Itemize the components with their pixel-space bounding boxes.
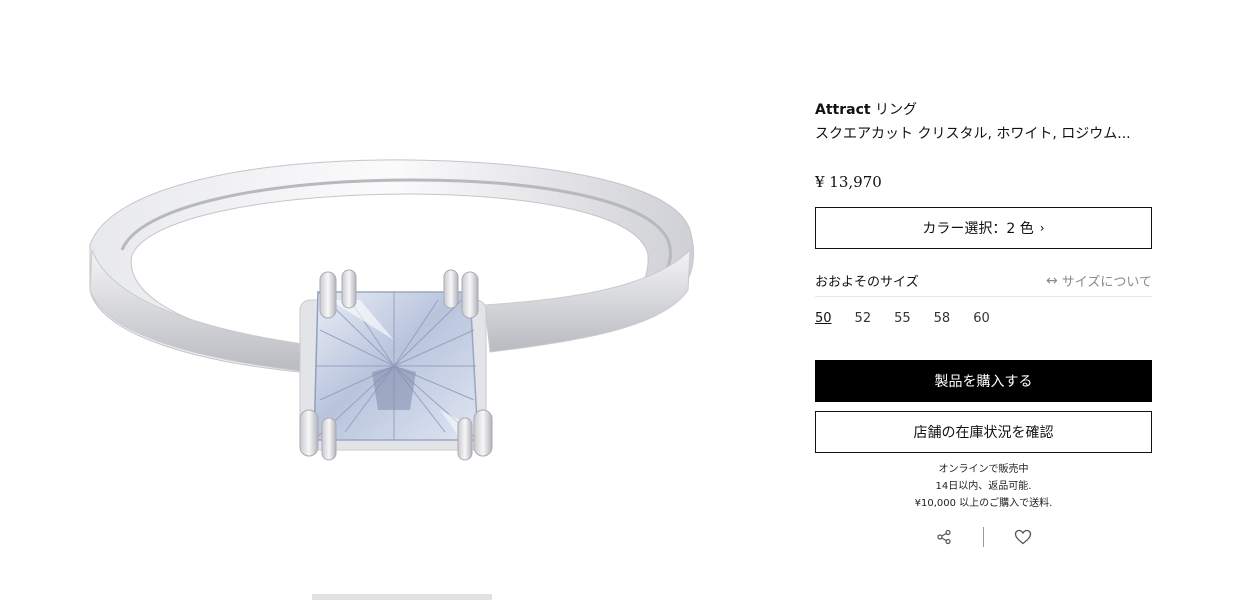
shipping-info: オンラインで販売中 14日以内、返品可能. ¥10,000 以上のご購入で送料.	[815, 461, 1152, 512]
product-brand: Attract	[815, 102, 871, 118]
size-option-60[interactable]: 60	[973, 311, 990, 326]
size-guide-label: サイズについて	[1061, 275, 1152, 290]
product-info-panel: Attract リング スクエアカット クリスタル, ホワイト, ロジウム...…	[815, 100, 1152, 548]
product-page: Attract リング スクエアカット クリスタル, ホワイト, ロジウム...…	[0, 0, 1250, 602]
check-stock-button[interactable]: 店舗の在庫状況を確認	[815, 411, 1152, 453]
size-label: おおよそのサイズ	[815, 275, 919, 290]
size-option-52[interactable]: 52	[855, 311, 872, 326]
size-options: 50 52 55 58 60	[815, 311, 1152, 326]
product-image	[0, 0, 760, 602]
size-option-50[interactable]: 50	[815, 311, 832, 326]
product-actions	[815, 526, 1152, 548]
product-price: ¥ 13,970	[815, 173, 882, 191]
info-shipping: ¥10,000 以上のご購入で送料.	[914, 498, 1053, 509]
size-option-58[interactable]: 58	[934, 311, 951, 326]
product-subtitle: スクエアカット クリスタル, ホワイト, ロジウム...	[815, 126, 1131, 142]
product-name: リング	[870, 102, 918, 118]
ring-illustration	[89, 159, 694, 600]
info-online: オンラインで販売中	[938, 464, 1029, 475]
info-returns: 14日以内、返品可能.	[935, 481, 1032, 492]
size-header: おおよそのサイズ ↔ サイズについて	[815, 271, 1152, 297]
product-title: Attract リング	[815, 100, 1152, 120]
color-select-button[interactable]: カラー選択：2 色 ›	[815, 207, 1152, 249]
size-guide-link[interactable]: ↔ サイズについて	[1046, 271, 1152, 291]
resize-arrows-icon: ↔	[1046, 272, 1058, 289]
size-option-55[interactable]: 55	[894, 311, 911, 326]
actions-divider	[983, 527, 984, 547]
heart-icon[interactable]	[1012, 526, 1034, 548]
share-icon[interactable]	[933, 526, 955, 548]
buy-button[interactable]: 製品を購入する	[815, 360, 1152, 402]
color-select-label: カラー選択：2 色	[922, 221, 1034, 237]
chevron-right-icon: ›	[1039, 221, 1045, 235]
